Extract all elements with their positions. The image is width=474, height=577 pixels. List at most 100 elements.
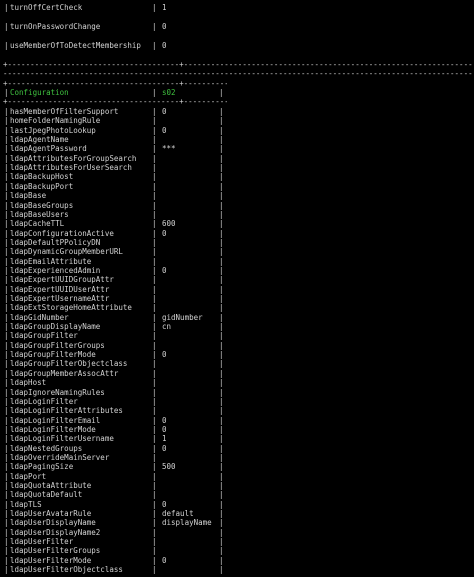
table-row: | ldapGroupFilterGroups | | — [0, 341, 474, 350]
column-separator: | — [152, 116, 157, 126]
column-separator: | — [219, 565, 224, 575]
column-separator: | — [4, 555, 9, 565]
config-key: ldapExpertUUIDGroupAttr — [10, 275, 114, 285]
column-separator: | — [219, 284, 224, 294]
table-row: | ldapGroupFilter | | — [0, 331, 474, 340]
column-separator: | — [152, 434, 157, 444]
config-key: ldapPort — [10, 471, 47, 481]
column-separator: | — [4, 125, 9, 135]
table-border: +--------------------------------------+… — [3, 97, 227, 106]
config-key: ldapGroupMemberAssocAttr — [10, 368, 119, 378]
table-row: | ldapOverrideMainServer | | — [0, 453, 474, 462]
column-separator: | — [219, 163, 224, 173]
column-separator: | — [219, 144, 224, 154]
config-key: ldapIgnoreNamingRules — [10, 387, 105, 397]
column-separator: | — [152, 3, 157, 12]
column-separator: | — [219, 546, 224, 556]
column-separator: | — [4, 228, 9, 238]
column-separator: | — [219, 527, 224, 537]
column-separator: | — [219, 172, 224, 182]
column-separator: | — [219, 125, 224, 135]
table-row: | ldapUserFilterObjectclass | | — [0, 565, 474, 574]
table-border: +--------------------------------------+… — [3, 79, 227, 88]
config-key: ldapNestedGroups — [10, 443, 83, 453]
config-key: ldapBaseUsers — [10, 209, 69, 219]
config-key: ldapPagingSize — [10, 462, 74, 472]
column-separator: | — [219, 191, 224, 201]
config-key: ldapUserFilterMode — [10, 555, 92, 565]
config-key: ldapDynamicGroupMemberURL — [10, 247, 123, 257]
column-separator: | — [4, 191, 9, 201]
column-separator: | — [152, 331, 157, 341]
config-value: 600 — [162, 219, 176, 229]
column-separator: | — [4, 481, 9, 490]
column-separator: | — [219, 200, 224, 210]
column-separator: | — [4, 88, 9, 97]
column-separator: | — [152, 219, 157, 229]
column-separator: | — [152, 135, 157, 145]
column-separator: | — [4, 452, 9, 462]
config-key: ldapEmailAttribute — [10, 256, 92, 266]
column-separator: | — [152, 490, 157, 500]
config-value: 1 — [162, 3, 167, 12]
column-separator: | — [152, 565, 157, 575]
column-separator: | — [4, 462, 9, 472]
column-separator: | — [219, 265, 224, 275]
column-separator: | — [219, 294, 224, 303]
table-row: | ldapQuotaAttribute | | — [0, 481, 474, 490]
column-separator: | — [219, 424, 224, 434]
table-row: | ldapLoginFilterEmail | 0 | — [0, 416, 474, 425]
config-key: ldapAttributesForUserSearch — [10, 163, 132, 173]
column-separator: | — [4, 322, 9, 332]
column-separator: | — [152, 340, 157, 350]
table-row: | ldapUserFilterMode | 0 | — [0, 556, 474, 565]
terminal-window[interactable]: | turnOffCertCheck | 1 | turnOnPasswordC… — [0, 0, 474, 577]
column-separator: | — [152, 88, 157, 97]
column-separator: | — [152, 22, 157, 31]
config-key: ldapBackupPort — [10, 181, 74, 191]
config-key: ldapBackupHost — [10, 172, 74, 182]
table-header-row: | Configuration | s02 | — [0, 88, 474, 97]
column-separator: | — [152, 265, 157, 275]
table-row: | ldapLoginFilterAttributes | | — [0, 406, 474, 415]
config-key: ldapGidNumber — [10, 312, 69, 322]
column-separator: | — [219, 387, 224, 397]
table-row: | hasMemberOfFilterSupport | 0 | — [0, 107, 474, 116]
column-separator: | — [152, 107, 157, 116]
config-key: homeFolderNamingRule — [10, 116, 101, 126]
column-separator: | — [219, 443, 224, 453]
column-separator: | — [152, 462, 157, 472]
config-key: ldapQuotaDefault — [10, 490, 83, 500]
table-row: | ldapBaseGroups | | — [0, 201, 474, 210]
column-separator: | — [219, 555, 224, 565]
column-separator: | — [4, 490, 9, 500]
config-key: ldapOverrideMainServer — [10, 452, 110, 462]
column-separator: | — [219, 312, 224, 322]
column-separator: | — [152, 181, 157, 191]
table-row: | ldapExpertUUIDGroupAttr | | — [0, 275, 474, 284]
config-key: turnOffCertCheck — [10, 3, 83, 12]
table-row: | ldapQuotaDefault | | — [0, 490, 474, 499]
column-separator: | — [4, 537, 9, 547]
column-separator: | — [219, 340, 224, 350]
config-value: 0 — [162, 350, 167, 360]
config-key: lastJpegPhotoLookup — [10, 125, 96, 135]
table-row: | ldapBackupHost | | — [0, 172, 474, 181]
table-row: | ldapDefaultPPolicyDN | | — [0, 238, 474, 247]
column-separator: | — [152, 499, 157, 509]
table-row: | ldapBase | | — [0, 191, 474, 200]
table-row: | homeFolderNamingRule | | — [0, 116, 474, 125]
column-separator: | — [152, 256, 157, 266]
column-separator: | — [4, 509, 9, 519]
column-separator: | — [4, 256, 9, 266]
table-row: | ldapEmailAttribute | | — [0, 257, 474, 266]
table-row: | ldapAgentPassword | *** | — [0, 144, 474, 153]
table-row: | turnOnPasswordChange | 0 — [0, 22, 474, 31]
table-row: | turnOffCertCheck | 1 — [0, 3, 474, 12]
column-separator: | — [4, 406, 9, 416]
config-key: ldapGroupFilterMode — [10, 350, 96, 360]
config-key: hasMemberOfFilterSupport — [10, 107, 119, 116]
column-separator: | — [4, 424, 9, 434]
column-separator: | — [152, 518, 157, 528]
column-separator: | — [219, 452, 224, 462]
